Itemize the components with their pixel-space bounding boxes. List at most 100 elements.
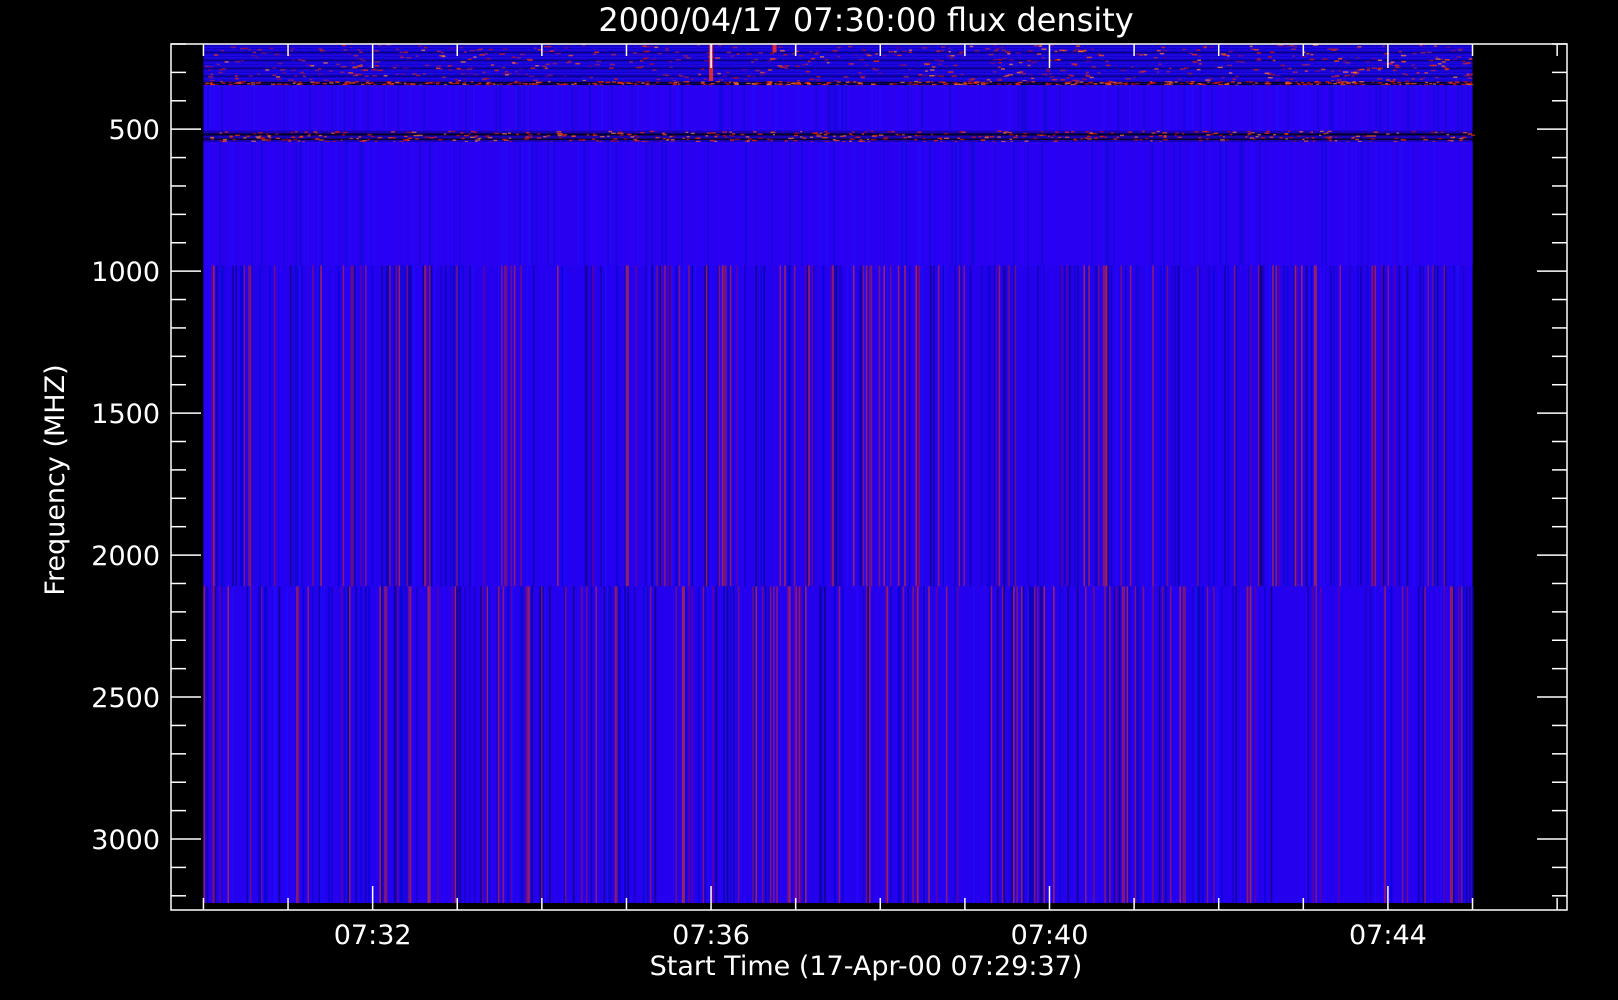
band-speckle — [1009, 63, 1013, 66]
band-stripe — [381, 265, 383, 587]
band-stripe — [413, 265, 415, 587]
band-stripe — [928, 586, 930, 903]
band-stripe — [651, 85, 653, 131]
band-stripe — [1191, 85, 1193, 131]
band-stripe — [1203, 141, 1205, 266]
band-speckle — [258, 132, 263, 134]
band-stripe — [853, 265, 855, 587]
band-stripe — [1433, 85, 1435, 131]
band-stripe — [925, 141, 927, 266]
band-stripe — [1197, 586, 1199, 903]
band-stripe — [1120, 586, 1122, 903]
band-speckle — [715, 57, 721, 59]
band-6-striped — [203, 586, 1474, 903]
band-stripe — [273, 586, 276, 903]
band-stripe — [958, 265, 961, 587]
band-speckle — [377, 44, 382, 47]
band-speckle — [746, 53, 752, 55]
band-speckle — [903, 136, 908, 139]
band-stripe — [397, 586, 399, 903]
band-speckle — [713, 140, 718, 143]
band-stripe — [1205, 85, 1207, 131]
band-stripe — [1422, 586, 1425, 903]
band-stripe — [624, 265, 626, 587]
band-stripe — [1432, 265, 1434, 587]
band-speckle — [557, 132, 563, 135]
band-stripe — [1427, 85, 1429, 131]
band-stripe — [529, 85, 531, 131]
band-speckle — [777, 46, 783, 49]
band-stripe — [1315, 586, 1318, 903]
band-stripe — [454, 586, 457, 903]
band-stripe — [1121, 85, 1123, 131]
band-stripe — [815, 85, 817, 131]
band-stripe — [401, 586, 404, 903]
band-stripe — [326, 586, 329, 903]
band-speckle — [1075, 81, 1079, 83]
band-speckle — [1128, 131, 1132, 133]
band-stripe — [1323, 265, 1326, 587]
band-speckle — [1397, 81, 1402, 84]
band-stripe — [1424, 586, 1426, 903]
band-speckle — [1235, 75, 1239, 78]
band-speckle — [657, 52, 662, 55]
band-speckle — [980, 81, 986, 84]
band-speckle — [518, 82, 522, 84]
band-speckle — [1163, 56, 1168, 59]
band-speckle — [229, 81, 232, 84]
band-stripe — [1179, 141, 1181, 266]
band-speckle — [726, 83, 730, 85]
band-stripe — [678, 265, 681, 587]
band-stripe — [1177, 141, 1179, 266]
chart: 50010001500200025003000 07:32 07:36 07:40 0… — [0, 0, 1618, 1000]
band-stripe — [453, 141, 455, 266]
band-stripe — [885, 141, 887, 266]
band-stripe — [1401, 85, 1403, 131]
band-stripe — [211, 586, 214, 903]
band-stripe — [1043, 85, 1045, 131]
band-speckle — [1354, 83, 1357, 85]
band-stripe — [1023, 85, 1025, 131]
band-stripe — [1163, 265, 1166, 587]
band-stripe — [835, 85, 837, 131]
band-stripe — [341, 85, 343, 131]
band-speckle — [298, 81, 302, 83]
band-stripe — [827, 141, 829, 266]
band-line — [203, 57, 1473, 59]
band-stripe — [1259, 85, 1261, 131]
band-stripe — [656, 265, 658, 587]
band-speckle — [1405, 81, 1410, 83]
band-speckle — [209, 77, 213, 79]
band-stripe — [1094, 265, 1097, 587]
band-stripe — [262, 586, 265, 903]
band-speckle — [1360, 68, 1365, 71]
band-stripe — [995, 141, 997, 266]
band-speckle — [356, 137, 359, 140]
band-stripe — [409, 85, 411, 131]
band-speckle — [729, 131, 732, 133]
band-speckle — [918, 81, 922, 84]
band-speckle — [1066, 77, 1070, 79]
band-speckle — [709, 139, 715, 142]
band-stripe — [1011, 586, 1014, 903]
band-speckle — [462, 83, 467, 85]
band-stripe — [519, 141, 521, 266]
band-stripe — [249, 586, 252, 903]
band-stripe — [1169, 141, 1171, 266]
band-stripe — [621, 85, 623, 131]
band-speckle — [1452, 58, 1458, 61]
band-stripe — [585, 586, 588, 903]
band-speckle — [784, 140, 788, 142]
band-speckle — [1003, 131, 1009, 133]
band-stripe — [1445, 85, 1447, 131]
band-speckle — [265, 139, 269, 141]
band-stripe — [953, 586, 956, 903]
band-speckle — [515, 70, 518, 73]
band-speckle — [478, 82, 482, 85]
band-speckle — [931, 81, 934, 83]
band-speckle — [1405, 83, 1409, 85]
band-line — [203, 75, 1473, 77]
band-stripe — [577, 141, 579, 266]
band-stripe — [1111, 85, 1113, 131]
band-speckle — [1279, 137, 1283, 139]
